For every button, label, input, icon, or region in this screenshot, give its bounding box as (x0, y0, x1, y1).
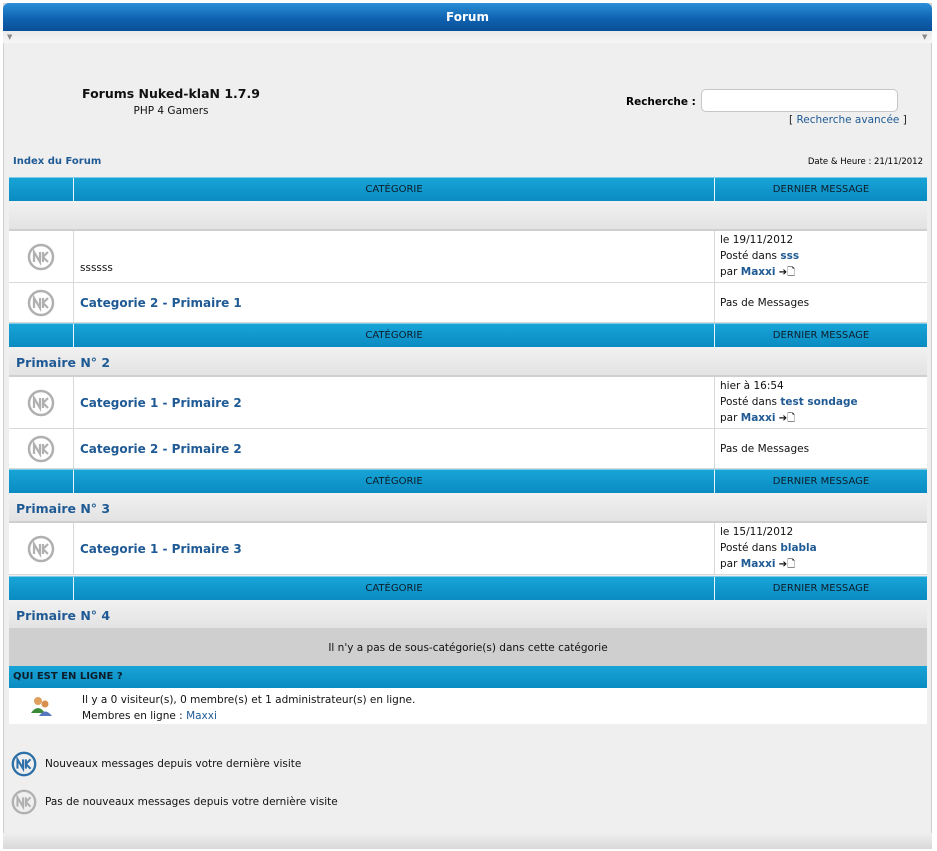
goto-post-icon[interactable]: ➔🗋 (779, 413, 795, 424)
bottom-bar (3, 833, 932, 849)
date-time: Date & Heure : 21/11/2012 (807, 157, 923, 167)
window-title: Forum (3, 3, 932, 31)
posted-in-prefix: Posté dans (720, 396, 777, 408)
by-prefix: par (720, 266, 738, 278)
category-header: CATÉGORIE DERNIER MESSAGE (9, 576, 927, 600)
nk-logo-icon (9, 523, 74, 574)
last-topic-link[interactable]: test sondage (780, 396, 857, 408)
last-message-column-header: DERNIER MESSAGE (772, 583, 870, 594)
last-author-link[interactable]: Maxxi (741, 412, 776, 424)
forum-row: Categorie 2 - Primaire 1 Pas de Messages (9, 283, 927, 323)
forum-row: Categorie 1 - Primaire 3 le 15/11/2012 P… (9, 523, 927, 575)
legend-none: Pas de nouveaux messages depuis votre de… (10, 788, 338, 816)
online-text: Il y a 0 visiteur(s), 0 membre(s) et 1 a… (74, 688, 415, 724)
bracket-close: ] (902, 114, 907, 126)
nk-logo-icon (9, 283, 74, 322)
section-title[interactable]: Primaire N° 4 (16, 608, 110, 623)
breadcrumb-forum-index[interactable]: Index du Forum (13, 156, 101, 167)
section-title-bar: Primaire N° 3 (9, 493, 927, 523)
corner-arrow-icon: ▼ (922, 33, 928, 41)
section-title-bar: Primaire N° 2 (9, 347, 927, 377)
last-date: hier à 16:54 (720, 380, 784, 392)
online-panel: QUI EST EN LIGNE ? Il y a 0 visiteur(s),… (9, 666, 927, 724)
forum-name[interactable]: Categorie 2 - Primaire 2 (74, 429, 715, 468)
last-message: hier à 16:54 Posté dans test sondage par… (715, 377, 927, 428)
nk-logo-icon (9, 231, 74, 282)
by-prefix: par (720, 412, 738, 424)
forum-section-2: CATÉGORIE DERNIER MESSAGE Primaire N° 2 … (9, 323, 927, 469)
no-new-messages-icon (11, 789, 37, 815)
no-messages: Pas de Messages (720, 442, 810, 455)
new-messages-icon (11, 751, 37, 777)
category-header: CATÉGORIE DERNIER MESSAGE (9, 323, 927, 347)
section-title[interactable]: Primaire N° 2 (16, 355, 110, 370)
empty-category-notice: Il n'y a pas de sous-catégorie(s) dans c… (9, 630, 927, 666)
last-message: Pas de Messages (715, 283, 927, 322)
online-row: Il y a 0 visiteur(s), 0 membre(s) et 1 a… (9, 688, 927, 724)
last-topic-link[interactable]: blabla (780, 542, 816, 554)
last-author-link[interactable]: Maxxi (741, 558, 776, 570)
last-message-column-header: DERNIER MESSAGE (772, 184, 870, 195)
forum-name[interactable]: ssssss (74, 231, 715, 282)
legend-none-text: Pas de nouveaux messages depuis votre de… (45, 796, 338, 808)
last-message: le 19/11/2012 Posté dans sss par Maxxi ➔… (715, 231, 927, 282)
forum-name[interactable]: Categorie 1 - Primaire 3 (74, 523, 715, 574)
forum-section-4: CATÉGORIE DERNIER MESSAGE Primaire N° 4 … (9, 576, 927, 666)
posted-in-prefix: Posté dans (720, 250, 777, 262)
members-online-label: Membres en ligne : (82, 710, 183, 722)
online-summary: Il y a 0 visiteur(s), 0 membre(s) et 1 a… (82, 694, 416, 706)
last-message-column-header: DERNIER MESSAGE (772, 476, 870, 487)
nk-logo-icon (9, 377, 74, 428)
advanced-search: [ Recherche avancée ] (789, 114, 907, 126)
section-title[interactable]: Primaire N° 3 (16, 501, 110, 516)
search-input[interactable] (701, 89, 898, 112)
category-column-header: CATÉGORIE (74, 577, 715, 600)
forum-name[interactable]: Categorie 2 - Primaire 1 (74, 283, 715, 322)
forum-name[interactable]: Categorie 1 - Primaire 2 (74, 377, 715, 428)
forum-row: ssssss le 19/11/2012 Posté dans sss par … (9, 231, 927, 283)
section-title-bar (9, 201, 927, 231)
site-title: Forums Nuked-klaN 1.7.9 (82, 86, 260, 101)
online-member-link[interactable]: Maxxi (186, 710, 217, 722)
posted-in-prefix: Posté dans (720, 542, 777, 554)
category-column-header: CATÉGORIE (74, 470, 715, 493)
bracket-open: [ (789, 114, 794, 126)
last-author-link[interactable]: Maxxi (741, 266, 776, 278)
legend-new: Nouveaux messages depuis votre dernière … (10, 750, 301, 778)
forum-section-1: CATÉGORIE DERNIER MESSAGE ssssss le 19/1… (9, 177, 927, 323)
last-message-column-header: DERNIER MESSAGE (772, 330, 870, 341)
category-column-header: CATÉGORIE (74, 178, 715, 201)
legend-new-text: Nouveaux messages depuis votre dernière … (45, 758, 302, 770)
search-label: Recherche : (626, 96, 696, 108)
last-date: le 19/11/2012 (720, 234, 794, 246)
goto-post-icon[interactable]: ➔🗋 (779, 559, 795, 570)
title-subbar (3, 31, 932, 43)
section-title-bar: Primaire N° 4 (9, 600, 927, 630)
forum-section-3: CATÉGORIE DERNIER MESSAGE Primaire N° 3 … (9, 469, 927, 575)
corner-arrow-icon: ▼ (7, 33, 13, 41)
last-date: le 15/11/2012 (720, 526, 794, 538)
last-message: le 15/11/2012 Posté dans blabla par Maxx… (715, 523, 927, 574)
advanced-search-link[interactable]: Recherche avancée (796, 114, 899, 126)
by-prefix: par (720, 558, 738, 570)
last-topic-link[interactable]: sss (780, 250, 799, 262)
category-header: CATÉGORIE DERNIER MESSAGE (9, 177, 927, 201)
site-subtitle: PHP 4 Gamers (133, 105, 209, 117)
category-column-header: CATÉGORIE (74, 324, 715, 347)
no-messages: Pas de Messages (720, 296, 810, 309)
category-header: CATÉGORIE DERNIER MESSAGE (9, 469, 927, 493)
online-header: QUI EST EN LIGNE ? (9, 666, 927, 688)
goto-post-icon[interactable]: ➔🗋 (779, 267, 795, 278)
users-icon (9, 688, 74, 724)
nk-logo-icon (9, 429, 74, 468)
last-message: Pas de Messages (715, 429, 927, 468)
forum-row: Categorie 2 - Primaire 2 Pas de Messages (9, 429, 927, 469)
forum-row: Categorie 1 - Primaire 2 hier à 16:54 Po… (9, 377, 927, 429)
